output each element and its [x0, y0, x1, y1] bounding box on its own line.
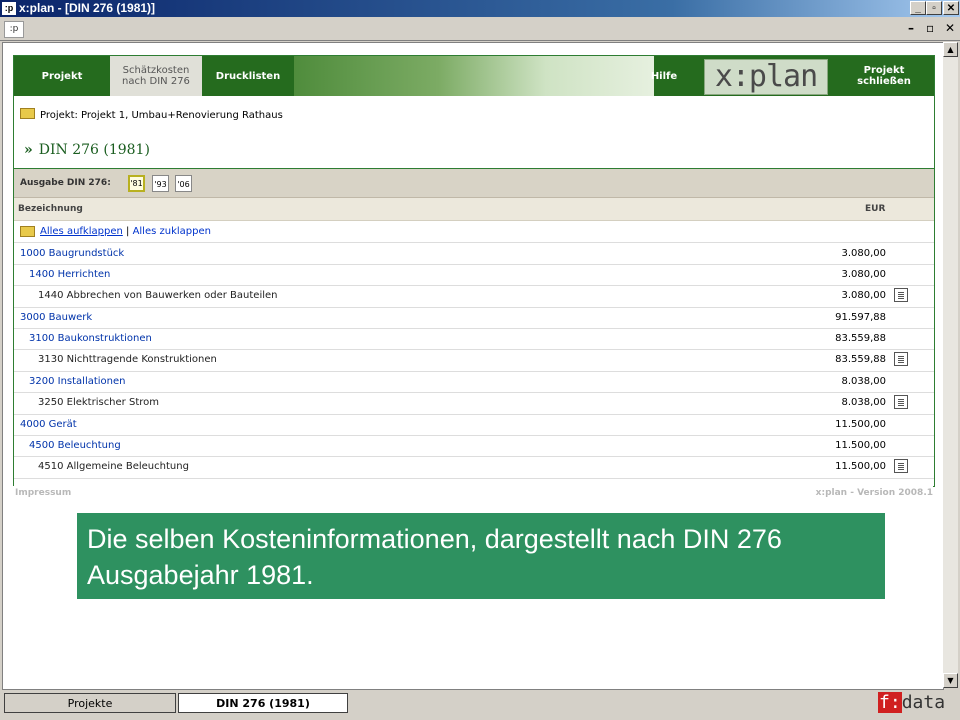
- table-row[interactable]: 3250 Elektrischer Strom 8.038,00: [14, 392, 934, 415]
- row-amount: 8.038,00: [841, 397, 886, 408]
- version-label: x:plan - Version 2008.1: [815, 488, 933, 498]
- table-row[interactable]: 4000 Gerät 11.500,00: [14, 414, 934, 436]
- mdi-close-button[interactable]: ✕: [945, 21, 955, 35]
- edition-label: Ausgabe DIN 276:: [20, 178, 111, 188]
- scroll-down-arrow[interactable]: ▼: [943, 673, 958, 688]
- row-amount: 83.559,88: [835, 354, 886, 365]
- mdi-restore-button[interactable]: ▫: [926, 21, 934, 35]
- row-amount: 3.080,00: [841, 269, 886, 280]
- row-name: 3250 Elektrischer Strom: [38, 397, 159, 408]
- tab-din276[interactable]: DIN 276 (1981): [178, 693, 348, 713]
- link-separator: |: [126, 226, 130, 237]
- mdi-minimize-button[interactable]: –: [908, 21, 914, 35]
- row-name[interactable]: 1000 Baugrundstück: [20, 248, 124, 259]
- edition-06-button[interactable]: '06: [175, 175, 192, 192]
- row-amount: 8.038,00: [841, 376, 886, 387]
- page-title-text: DIN 276 (1981): [38, 142, 150, 158]
- impressum-link[interactable]: Impressum: [15, 488, 71, 498]
- page-title: » DIN 276 (1981): [24, 142, 150, 158]
- row-name[interactable]: 3200 Installationen: [29, 376, 126, 387]
- collapse-all-link[interactable]: Alles zuklappen: [133, 226, 211, 237]
- caption-box: Die selben Kosteninformationen, dargeste…: [77, 513, 885, 599]
- col-bezeichnung: Bezeichnung: [18, 204, 83, 214]
- row-name[interactable]: 4500 Beleuchtung: [29, 440, 121, 451]
- table-row[interactable]: 4510 Allgemeine Beleuchtung 11.500,00: [14, 456, 934, 479]
- row-amount: 3.080,00: [841, 290, 886, 301]
- nav-projekt-schliessen[interactable]: Projekt schließen: [842, 56, 926, 96]
- row-amount: 91.597,88: [835, 312, 886, 323]
- table-row[interactable]: 1400 Herrichten 3.080,00: [14, 264, 934, 286]
- nav-projekt[interactable]: Projekt: [14, 56, 110, 96]
- app-footer: Impressum x:plan - Version 2008.1: [13, 486, 933, 500]
- edition-93-button[interactable]: '93: [152, 175, 169, 192]
- edition-81-button[interactable]: '81: [128, 175, 145, 192]
- table-row[interactable]: 1440 Abbrechen von Bauwerken oder Bautei…: [14, 285, 934, 308]
- row-amount: 83.559,88: [835, 333, 886, 344]
- row-name[interactable]: 1400 Herrichten: [29, 269, 110, 280]
- close-button[interactable]: ✕: [943, 1, 959, 15]
- row-name: 1440 Abbrechen von Bauwerken oder Bautei…: [38, 290, 278, 301]
- row-amount: 11.500,00: [835, 440, 886, 451]
- row-amount: 11.500,00: [835, 461, 886, 472]
- document-icon[interactable]: [894, 459, 908, 473]
- row-name[interactable]: 4000 Gerät: [20, 419, 77, 430]
- vertical-scrollbar[interactable]: ▲ ▼: [943, 42, 958, 688]
- expand-all-link[interactable]: Alles aufklappen: [40, 226, 123, 237]
- table-row[interactable]: 4500 Beleuchtung 11.500,00: [14, 435, 934, 457]
- nav-background: [294, 56, 654, 96]
- table-row[interactable]: 3000 Bauwerk 91.597,88: [14, 307, 934, 329]
- document-icon[interactable]: [894, 395, 908, 409]
- client-area: Projekt Schätzkosten nach DIN 276 Druckl…: [2, 42, 944, 690]
- fdata-logo: f:data: [878, 692, 946, 713]
- document-icon[interactable]: [894, 352, 908, 366]
- app-icon: :p: [2, 2, 16, 15]
- project-title: Projekt: Projekt 1, Umbau+Renovierung Ra…: [40, 110, 283, 121]
- table-row[interactable]: 1000 Baugrundstück 3.080,00: [14, 243, 934, 265]
- nav-drucklisten[interactable]: Drucklisten: [202, 56, 294, 96]
- app-panel: Projekt Schätzkosten nach DIN 276 Druckl…: [13, 55, 935, 487]
- table-header: Bezeichnung EUR: [14, 198, 934, 221]
- table-row[interactable]: 3130 Nichttragende Konstruktionen 83.559,…: [14, 349, 934, 372]
- document-icon[interactable]: [894, 288, 908, 302]
- nav-schaetzkosten[interactable]: Schätzkosten nach DIN 276: [110, 56, 202, 96]
- edition-bar: Ausgabe DIN 276: '81 '93 '06: [14, 168, 934, 198]
- nav-hilfe[interactable]: Hilfe: [639, 56, 689, 96]
- window-titlebar: :p x:plan - [DIN 276 (1981)] _ ▫ ✕: [0, 0, 960, 17]
- row-amount: 11.500,00: [835, 419, 886, 430]
- window-title: x:plan - [DIN 276 (1981)]: [19, 1, 156, 15]
- row-amount: 3.080,00: [841, 248, 886, 259]
- mdi-bar: :p – ▫ ✕: [0, 18, 960, 41]
- project-line: Projekt: Projekt 1, Umbau+Renovierung Ra…: [20, 108, 283, 121]
- row-name[interactable]: 3100 Baukonstruktionen: [29, 333, 152, 344]
- row-name[interactable]: 3000 Bauwerk: [20, 312, 92, 323]
- expand-controls: Alles aufklappen | Alles zuklappen: [14, 221, 934, 243]
- restore-button[interactable]: ▫: [926, 1, 942, 15]
- window-tabbar: Projekte DIN 276 (1981) f:data: [0, 690, 960, 720]
- col-eur: EUR: [865, 204, 886, 214]
- document-icon[interactable]: :p: [4, 21, 24, 38]
- raquo-icon: »: [24, 142, 33, 158]
- minimize-button[interactable]: _: [910, 1, 926, 15]
- table-row[interactable]: 3100 Baukonstruktionen 83.559,88: [14, 328, 934, 350]
- folder-icon: [20, 108, 35, 119]
- open-folder-icon: [20, 226, 35, 237]
- nav-bar: Projekt Schätzkosten nach DIN 276 Druckl…: [14, 56, 934, 96]
- row-name: 3130 Nichttragende Konstruktionen: [38, 354, 217, 365]
- xplan-logo: x:plan: [704, 59, 828, 95]
- scroll-up-arrow[interactable]: ▲: [943, 42, 958, 57]
- expand-links: Alles aufklappen | Alles zuklappen: [40, 226, 211, 237]
- table-row[interactable]: 3200 Installationen 8.038,00: [14, 371, 934, 393]
- row-name: 4510 Allgemeine Beleuchtung: [38, 461, 189, 472]
- tab-projekte[interactable]: Projekte: [4, 693, 176, 713]
